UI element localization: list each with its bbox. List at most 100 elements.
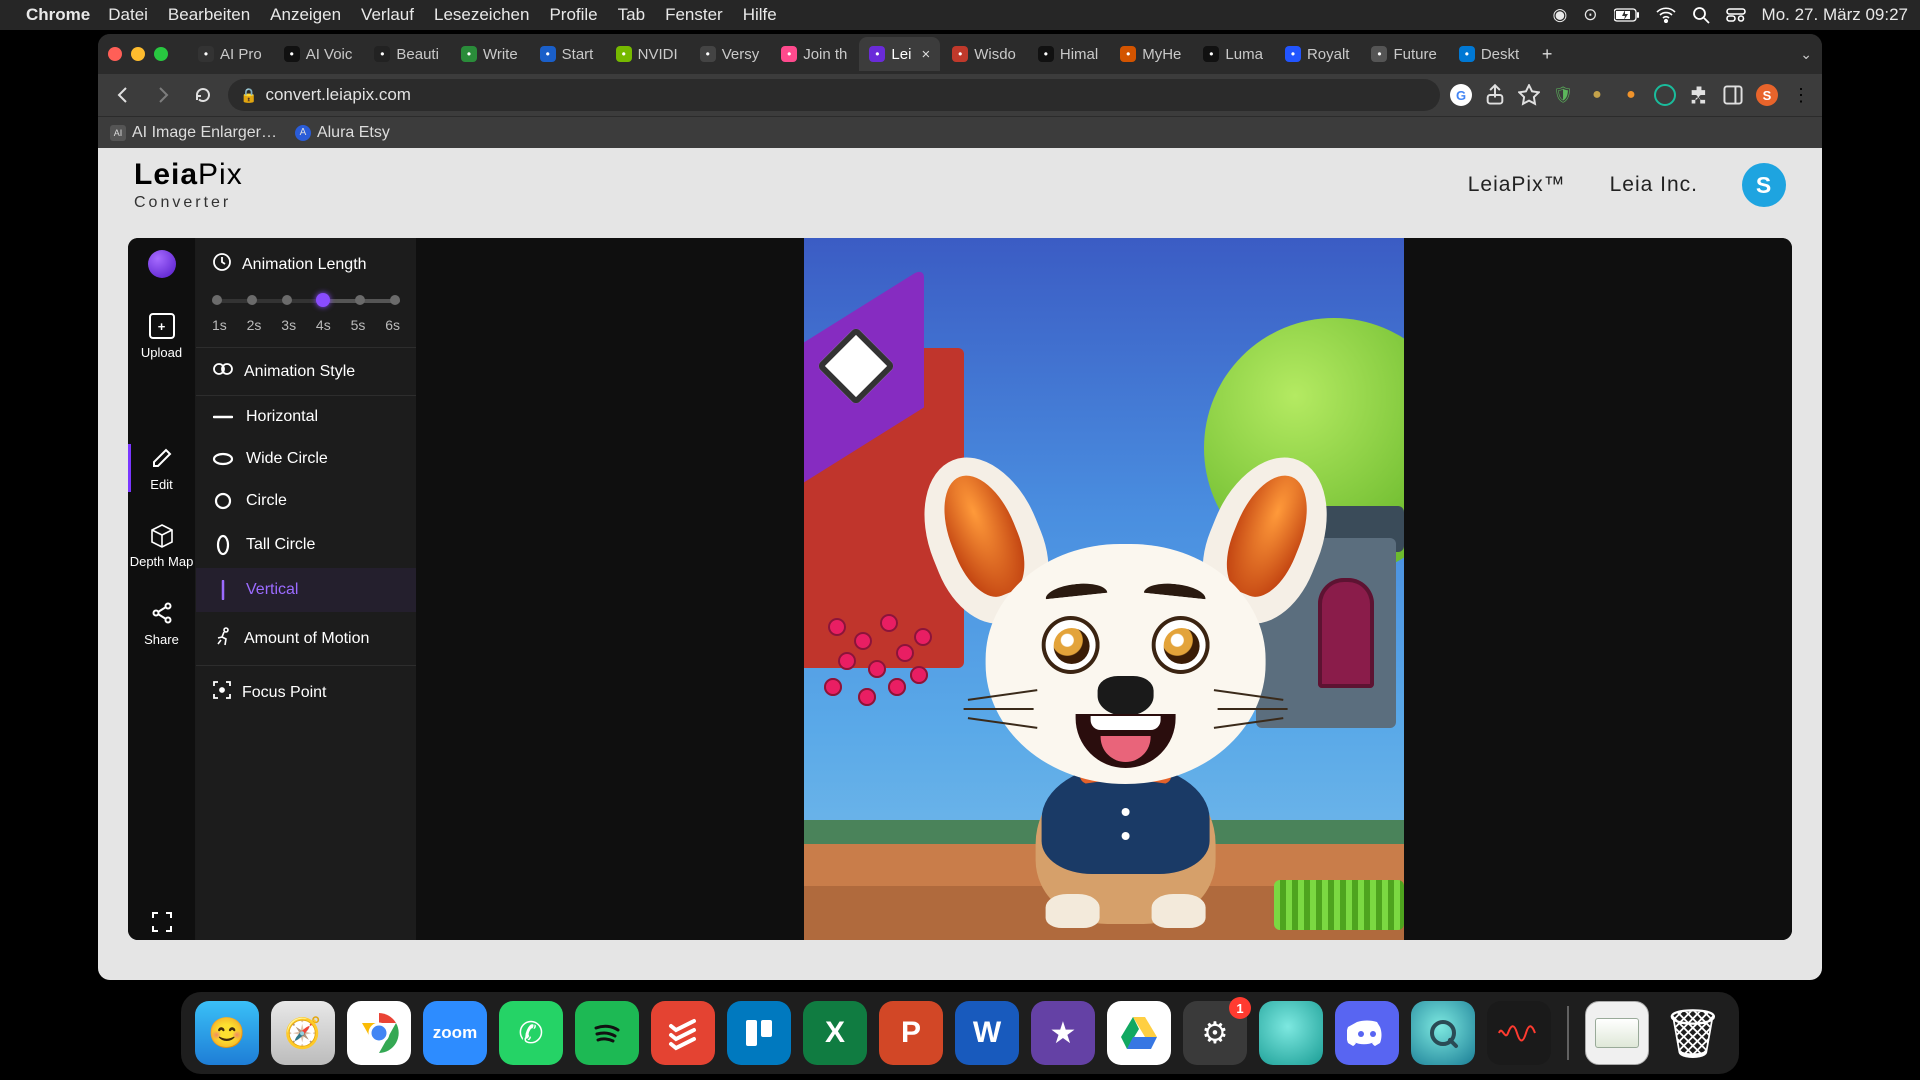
logo[interactable]: LeiaPix Converter <box>134 158 243 212</box>
dock-word[interactable]: W <box>955 1001 1019 1065</box>
section-motion[interactable]: Amount of Motion <box>196 612 416 666</box>
dock-voice-memos[interactable] <box>1487 1001 1551 1065</box>
profile-avatar[interactable]: S <box>1756 84 1778 106</box>
section-focus[interactable]: Focus Point <box>196 666 416 719</box>
tab-dropdown-icon[interactable]: ⌄ <box>1800 46 1812 63</box>
rail-depth-map[interactable]: Depth Map <box>128 516 195 575</box>
sidepanel-icon[interactable] <box>1722 84 1744 106</box>
tab-1[interactable]: •AI Voic <box>274 37 363 71</box>
dock-imovie[interactable]: ★ <box>1031 1001 1095 1065</box>
menu-anzeigen[interactable]: Anzeigen <box>270 5 341 25</box>
reload-button[interactable] <box>188 80 218 110</box>
dock-chrome[interactable] <box>347 1001 411 1065</box>
slider-tick[interactable] <box>316 293 330 307</box>
tab-2[interactable]: •Beauti <box>364 37 449 71</box>
close-tab-icon[interactable]: × <box>921 46 930 63</box>
slider-tick[interactable] <box>355 295 365 305</box>
record-icon[interactable]: ◉ <box>1552 5 1567 25</box>
minimize-window-icon[interactable] <box>131 47 145 61</box>
star-icon[interactable] <box>1518 84 1540 106</box>
dock-excel[interactable]: X <box>803 1001 867 1065</box>
wifi-icon[interactable] <box>1656 7 1676 23</box>
style-option-wide-circle[interactable]: Wide Circle <box>196 438 416 480</box>
slider-tick[interactable] <box>247 295 257 305</box>
menu-verlauf[interactable]: Verlauf <box>361 5 414 25</box>
tab-13[interactable]: •Royalt <box>1275 37 1360 71</box>
control-center-icon[interactable] <box>1726 8 1746 22</box>
canvas[interactable] <box>416 238 1792 940</box>
tab-6[interactable]: •Versy <box>690 37 770 71</box>
dock-finder[interactable]: 😊 <box>195 1001 259 1065</box>
dock-quicktime[interactable] <box>1411 1001 1475 1065</box>
stop-icon[interactable]: ⊙ <box>1583 5 1597 25</box>
forward-button[interactable] <box>148 80 178 110</box>
extensions-icon[interactable] <box>1688 84 1710 106</box>
back-button[interactable] <box>108 80 138 110</box>
nav-leiapix[interactable]: LeiaPix™ <box>1468 173 1566 197</box>
brand-orb-icon[interactable] <box>148 250 176 278</box>
tab-11[interactable]: •MyHe <box>1110 37 1191 71</box>
rail-upload[interactable]: + Upload <box>128 306 195 366</box>
bookmark-alura[interactable]: AAlura Etsy <box>295 124 390 142</box>
menu-datei[interactable]: Datei <box>108 5 148 25</box>
dock-teal-app[interactable] <box>1259 1001 1323 1065</box>
bookmark-ai-enlarger[interactable]: AIAI Image Enlarger… <box>110 124 277 142</box>
clock[interactable]: Mo. 27. März 09:27 <box>1762 5 1908 25</box>
tab-10[interactable]: •Himal <box>1028 37 1108 71</box>
ext-teal-icon[interactable] <box>1654 84 1676 106</box>
kebab-menu-icon[interactable]: ⋮ <box>1790 84 1812 106</box>
tab-3[interactable]: •Write <box>451 37 528 71</box>
close-window-icon[interactable] <box>108 47 122 61</box>
slider-tick[interactable] <box>282 295 292 305</box>
dock-todoist[interactable] <box>651 1001 715 1065</box>
tab-12[interactable]: •Luma <box>1193 37 1273 71</box>
menu-hilfe[interactable]: Hilfe <box>743 5 777 25</box>
tab-8[interactable]: •Lei× <box>859 37 940 71</box>
dock-powerpoint[interactable]: P <box>879 1001 943 1065</box>
ext-shield-icon[interactable]: 🛡 <box>1552 84 1574 106</box>
style-option-circle[interactable]: Circle <box>196 480 416 522</box>
share-icon[interactable] <box>1484 84 1506 106</box>
style-option-vertical[interactable]: Vertical <box>196 568 416 612</box>
dock-zoom[interactable]: zoom <box>423 1001 487 1065</box>
user-avatar[interactable]: S <box>1742 163 1786 207</box>
dock-discord[interactable] <box>1335 1001 1399 1065</box>
ext-orange-icon[interactable]: ● <box>1620 84 1642 106</box>
menu-profile[interactable]: Profile <box>549 5 597 25</box>
dock-whatsapp[interactable]: ✆ <box>499 1001 563 1065</box>
dock-settings[interactable]: ⚙1 <box>1183 1001 1247 1065</box>
style-option-horizontal[interactable]: Horizontal <box>196 396 416 438</box>
search-icon[interactable] <box>1692 6 1710 24</box>
tab-5[interactable]: •NVIDI <box>606 37 688 71</box>
new-tab-button[interactable]: + <box>1533 40 1561 68</box>
tab-7[interactable]: •Join th <box>771 37 857 71</box>
ext-circle-icon[interactable]: ● <box>1586 84 1608 106</box>
menu-bearbeiten[interactable]: Bearbeiten <box>168 5 250 25</box>
address-bar[interactable]: 🔒 convert.leiapix.com <box>228 79 1440 111</box>
dock-trello[interactable] <box>727 1001 791 1065</box>
battery-icon[interactable] <box>1614 8 1640 22</box>
dock-safari[interactable]: 🧭 <box>271 1001 335 1065</box>
tab-9[interactable]: •Wisdo <box>942 37 1026 71</box>
gtranslate-icon[interactable]: G <box>1450 84 1472 106</box>
slider-tick[interactable] <box>212 295 222 305</box>
rail-fullscreen[interactable] <box>128 904 195 940</box>
nav-leiainc[interactable]: Leia Inc. <box>1610 173 1698 197</box>
slider-tick[interactable] <box>390 295 400 305</box>
maximize-window-icon[interactable] <box>154 47 168 61</box>
menu-tab[interactable]: Tab <box>618 5 645 25</box>
menubar-app[interactable]: Chrome <box>26 5 90 25</box>
rail-edit[interactable]: Edit <box>128 438 195 498</box>
dock-trash[interactable]: 🗑 <box>1661 1001 1725 1065</box>
dock-downloads[interactable] <box>1585 1001 1649 1065</box>
tab-14[interactable]: •Future <box>1361 37 1446 71</box>
length-slider[interactable]: 1s2s3s4s5s6s <box>212 299 400 333</box>
menu-fenster[interactable]: Fenster <box>665 5 723 25</box>
tab-4[interactable]: •Start <box>530 37 604 71</box>
style-option-tall-circle[interactable]: Tall Circle <box>196 522 416 568</box>
dock-drive[interactable] <box>1107 1001 1171 1065</box>
tab-15[interactable]: •Deskt <box>1449 37 1529 71</box>
tab-0[interactable]: •AI Pro <box>188 37 272 71</box>
rail-share[interactable]: Share <box>128 593 195 653</box>
menu-lesezeichen[interactable]: Lesezeichen <box>434 5 529 25</box>
